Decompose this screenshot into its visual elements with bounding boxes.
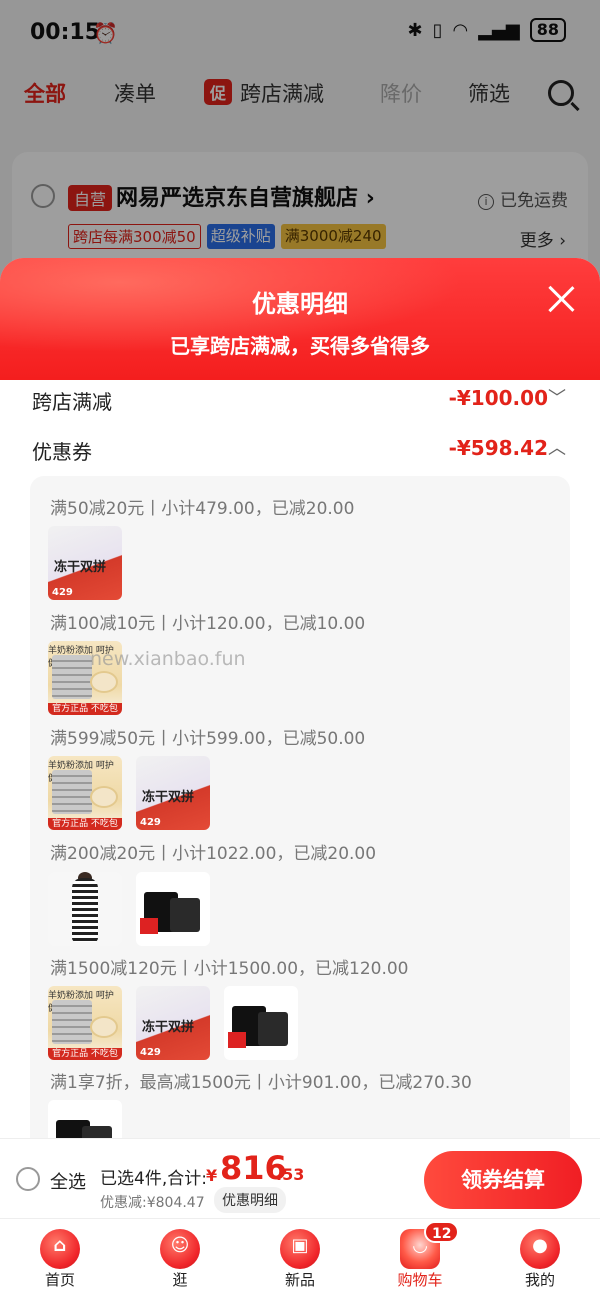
sheet-title: 优惠明细	[252, 290, 348, 318]
coupon-group-line: 满1享7折，最高减1500元丨小计901.00，已减270.30	[50, 1073, 472, 1093]
currency-symbol: ¥	[206, 1166, 218, 1185]
checkout-bar: 全选 已选4件,合计: ¥ 816 .53 优惠减:¥804.47 优惠明细 领…	[0, 1138, 600, 1218]
dress-image	[72, 878, 98, 942]
thumb-text: 官方正品 不吃包退	[48, 703, 122, 715]
coupon-group-line: 满200减20元丨小计1022.00，已减20.00	[50, 844, 377, 864]
selected-count: 已选4件,合计:	[100, 1169, 207, 1189]
cans-image	[52, 1000, 92, 1044]
nav-item-cart[interactable]: ◡ 12 购物车	[360, 1219, 480, 1295]
product-thumbnail-milk[interactable]: 羊奶粉添加 呵护健康 官方正品 不吃包退	[48, 986, 122, 1060]
total-decimal: .53	[276, 1165, 305, 1184]
bowl-image	[90, 786, 118, 808]
coupon-row[interactable]: 优惠券 -¥598.42 ︿	[32, 432, 568, 472]
home-icon: ⌂	[40, 1229, 80, 1269]
select-all-radio[interactable]	[16, 1167, 40, 1191]
nav-item-home[interactable]: ⌂ 首页	[0, 1219, 120, 1295]
nav-label: 逛	[172, 1271, 188, 1289]
cross-store-discount-row[interactable]: 跨店满减 -¥100.00 ﹀	[32, 382, 568, 422]
product-thumbnail-cat-food[interactable]: 冻干双拼 429	[136, 986, 210, 1060]
select-all-label[interactable]: 全选	[50, 1168, 86, 1194]
thumb-text: 官方正品 不吃包退	[48, 1048, 122, 1060]
nav-label: 购物车	[397, 1271, 443, 1289]
box-image	[140, 918, 158, 934]
close-icon[interactable]	[544, 282, 578, 316]
cart-badge: 12	[424, 1221, 460, 1243]
coupon-group-line: 满599减50元丨小计599.00，已减50.00	[50, 729, 366, 749]
coupon-group-line: 满1500减120元丨小计1500.00，已减120.00	[50, 959, 409, 979]
product-thumbnail-dress[interactable]	[48, 872, 122, 946]
user-icon: ●	[520, 1229, 560, 1269]
nav-item-new[interactable]: ▣ 新品	[240, 1219, 360, 1295]
coupon-group-line: 满50减20元丨小计479.00，已减20.00	[50, 499, 355, 519]
bowl-image	[90, 671, 118, 693]
chevron-down-icon: ﹀	[548, 388, 566, 409]
chevron-up-icon: ︿	[548, 438, 566, 459]
coupon-group-line: 满100减10元丨小计120.00，已减10.00	[50, 614, 366, 634]
thumb-text: 429	[52, 587, 73, 598]
row-label: 优惠券	[32, 440, 92, 464]
thumb-text: 官方正品 不吃包退	[48, 818, 122, 830]
thumb-text: 冻干双拼	[142, 1020, 195, 1035]
thumb-text: 429	[140, 817, 161, 828]
watermark: new.xianbao.fun	[90, 648, 246, 670]
product-thumbnail-milk[interactable]: 羊奶粉添加 呵护健康 官方正品 不吃包退	[48, 756, 122, 830]
discount-detail-button[interactable]: 优惠明细	[214, 1187, 286, 1213]
product-thumbnail-cat-food[interactable]: 冻干双拼 429	[136, 756, 210, 830]
nav-item-me[interactable]: ● 我的	[480, 1219, 600, 1295]
checkout-button[interactable]: 领券结算	[424, 1151, 582, 1209]
nav-label: 新品	[284, 1271, 315, 1289]
sheet-header: 优惠明细 已享跨店满减，买得多省得多	[0, 258, 600, 380]
discount-amount: 优惠减:¥804.47	[100, 1195, 205, 1211]
box-image	[258, 1012, 288, 1046]
nav-label: 首页	[44, 1271, 75, 1289]
cans-image	[52, 655, 92, 699]
bowl-image	[90, 1016, 118, 1038]
row-value: -¥598.42	[448, 436, 548, 460]
browse-icon: ☺	[160, 1229, 200, 1269]
cans-image	[52, 770, 92, 814]
row-label: 跨店满减	[32, 390, 112, 414]
thumb-text: 429	[140, 1047, 161, 1058]
thumb-text: 冻干双拼	[54, 560, 107, 575]
box-image	[170, 898, 200, 932]
sheet-subtitle: 已享跨店满减，买得多省得多	[170, 334, 430, 358]
box-image	[228, 1032, 246, 1048]
product-thumbnail-brake-pads[interactable]	[224, 986, 298, 1060]
nav-item-browse[interactable]: ☺ 逛	[120, 1219, 240, 1295]
coupon-detail-panel: 满50减20元丨小计479.00，已减20.00 冻干双拼 429 满100减1…	[30, 476, 570, 1156]
gift-box-icon: ▣	[280, 1229, 320, 1269]
nav-label: 我的	[524, 1271, 555, 1289]
product-thumbnail-cat-food[interactable]: 冻干双拼 429	[48, 526, 122, 600]
product-thumbnail-brake-pads[interactable]	[136, 872, 210, 946]
bottom-nav: ⌂ 首页 ☺ 逛 ▣ 新品 ◡ 12 购物车 ● 我的	[0, 1218, 600, 1295]
row-value: -¥100.00	[448, 386, 548, 410]
thumb-text: 冻干双拼	[142, 790, 195, 805]
